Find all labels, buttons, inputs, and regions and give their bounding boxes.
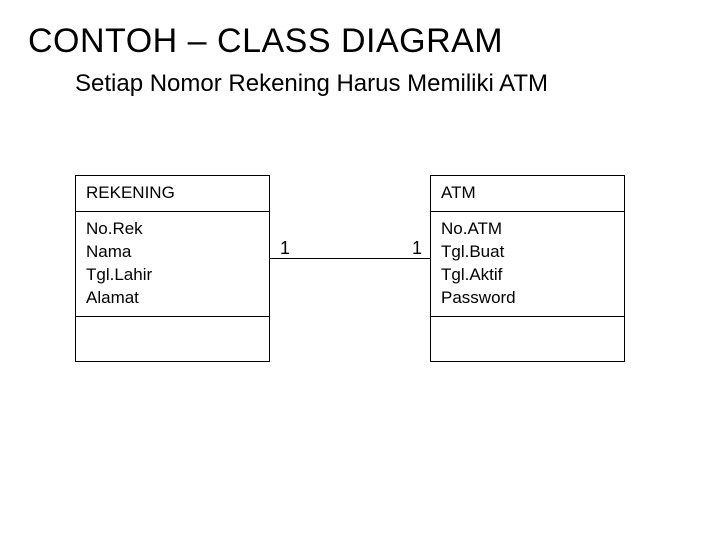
- attribute: Tgl.Buat: [441, 241, 614, 264]
- association-line: [270, 258, 430, 259]
- attribute: Password: [441, 287, 614, 310]
- slide: CONTOH – CLASS DIAGRAM Setiap Nomor Reke…: [0, 0, 720, 540]
- page-title: CONTOH – CLASS DIAGRAM: [28, 22, 503, 61]
- class-operations: [431, 317, 624, 361]
- attribute: No.ATM: [441, 218, 614, 241]
- multiplicity-right: 1: [412, 238, 422, 259]
- class-attributes: No.Rek Nama Tgl.Lahir Alamat: [76, 212, 269, 317]
- attribute: Tgl.Aktif: [441, 264, 614, 287]
- attribute: Alamat: [86, 287, 259, 310]
- uml-class-atm: ATM No.ATM Tgl.Buat Tgl.Aktif Password: [430, 175, 625, 362]
- class-operations: [76, 317, 269, 361]
- class-attributes: No.ATM Tgl.Buat Tgl.Aktif Password: [431, 212, 624, 317]
- page-subtitle: Setiap Nomor Rekening Harus Memiliki ATM: [75, 70, 548, 98]
- multiplicity-left: 1: [280, 238, 290, 259]
- attribute: Nama: [86, 241, 259, 264]
- uml-class-rekening: REKENING No.Rek Nama Tgl.Lahir Alamat: [75, 175, 270, 362]
- class-name: ATM: [431, 176, 624, 212]
- class-name: REKENING: [76, 176, 269, 212]
- attribute: Tgl.Lahir: [86, 264, 259, 287]
- attribute: No.Rek: [86, 218, 259, 241]
